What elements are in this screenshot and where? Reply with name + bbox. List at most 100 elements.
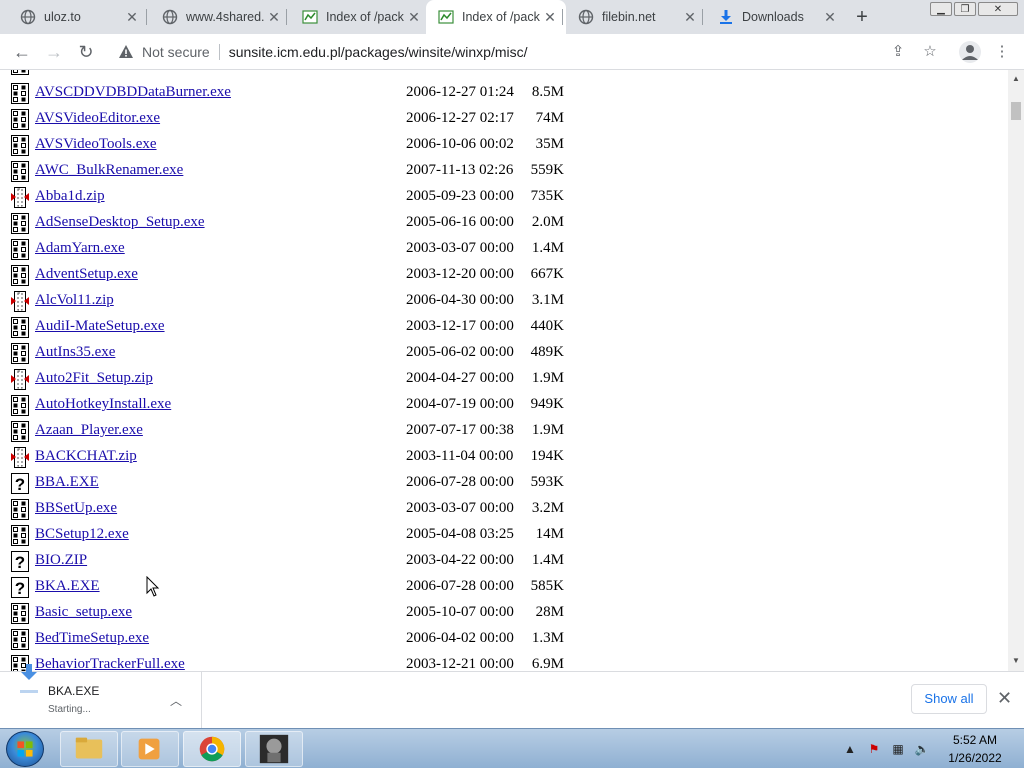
file-link[interactable]: BKA.EXE — [35, 578, 100, 595]
restore-button[interactable]: ❐ — [954, 2, 976, 16]
taskbar: ▲ ⚑ ▦ 🔈 5:52 AM 1/26/2022 — [0, 728, 1024, 768]
tab-close-icon[interactable]: ✕ — [682, 9, 698, 25]
tray-volume-icon[interactable]: 🔈 — [914, 741, 930, 757]
binary-file-icon — [11, 135, 29, 156]
file-size: 593K — [530, 474, 564, 490]
binary-file-icon — [11, 317, 29, 338]
file-size: 3.2M — [531, 500, 564, 516]
reload-button[interactable]: ↻ — [75, 41, 97, 63]
browser-tab[interactable]: uloz.to ✕ — [8, 0, 148, 34]
menu-kebab-icon[interactable]: ⋮ — [992, 42, 1012, 62]
file-link[interactable]: BedTimeSetup.exe — [35, 630, 149, 647]
file-date: 2006-12-27 02:17 — [406, 110, 514, 126]
show-all-button[interactable]: Show all — [911, 684, 987, 714]
taskbar-app-button[interactable] — [245, 731, 303, 767]
taskbar-chrome-button[interactable] — [183, 731, 241, 767]
download-item[interactable]: BKA.EXE Starting... ︿ — [0, 664, 202, 729]
browser-tab[interactable]: filebin.net ✕ — [566, 0, 706, 34]
file-link[interactable]: Azaan_Player.exe — [35, 422, 143, 439]
table-row: Azaan_Player.exe 2007-07-17 00:38 1.9M — [0, 418, 1008, 444]
file-size: 440K — [530, 318, 564, 334]
file-link[interactable]: AlcVol11.zip — [35, 292, 114, 309]
share-icon[interactable]: ⇪ — [888, 42, 908, 62]
bookmark-star-icon[interactable]: ☆ — [920, 42, 940, 62]
browser-tab[interactable]: Downloads ✕ — [706, 0, 846, 34]
file-date: 2007-07-17 00:38 — [406, 422, 514, 438]
tab-close-icon[interactable]: ✕ — [124, 9, 140, 25]
address-bar[interactable]: Not secure sunsite.icm.edu.pl/packages/w… — [108, 38, 942, 66]
clock-date[interactable]: 1/26/2022 — [935, 751, 1015, 765]
file-link[interactable]: AudiI-MateSetup.exe — [35, 318, 165, 335]
file-size: 1.9M — [531, 370, 564, 386]
file-link[interactable]: BIO.ZIP — [35, 552, 87, 569]
file-link[interactable]: AutIns35.exe — [35, 344, 115, 361]
scroll-down-arrow[interactable]: ▼ — [1012, 656, 1020, 665]
file-link[interactable]: Basic_setup.exe — [35, 604, 132, 621]
file-link[interactable]: BBA.EXE — [35, 474, 99, 491]
tray-network-icon[interactable]: ▦ — [890, 741, 906, 757]
table-row: BCSetup12.exe 2005-04-08 03:25 14M — [0, 522, 1008, 548]
taskbar-explorer-button[interactable] — [60, 731, 118, 767]
file-link[interactable]: AVSVideoEditor.exe — [35, 110, 160, 127]
file-link[interactable]: AdamYarn.exe — [35, 240, 125, 257]
file-size: 489K — [530, 344, 564, 360]
compressed-file-icon — [11, 447, 29, 468]
binary-file-icon — [11, 70, 29, 75]
clock-time[interactable]: 5:52 AM — [935, 733, 1015, 747]
binary-file-icon — [11, 239, 29, 260]
tab-title: Index of /pack — [462, 10, 540, 24]
scrollbar-thumb[interactable] — [1011, 102, 1021, 120]
new-tab-button[interactable]: + — [852, 7, 872, 27]
folder-icon — [75, 737, 103, 759]
file-date: 2003-03-07 00:00 — [406, 500, 514, 516]
start-button[interactable] — [6, 731, 44, 767]
browser-tab[interactable]: www.4shared. ✕ — [150, 0, 290, 34]
file-link[interactable]: AVSVideoTools.exe — [35, 136, 157, 153]
tab-title: Downloads — [742, 10, 804, 24]
table-row: Auto2Fit_Setup.zip 2004-04-27 00:00 1.9M — [0, 366, 1008, 392]
tab-close-icon[interactable]: ✕ — [266, 9, 282, 25]
close-window-button[interactable]: ✕ — [978, 2, 1018, 16]
file-link[interactable]: BCSetup12.exe — [35, 526, 129, 543]
tab-title: www.4shared. — [186, 10, 265, 24]
browser-tab[interactable]: Index of /pack ✕ — [290, 0, 430, 34]
file-size: 1.4M — [531, 240, 564, 256]
close-download-bar-icon[interactable]: ✕ — [997, 688, 1012, 709]
file-link[interactable]: AVSCDDVDBDDataBurner.exe — [35, 84, 231, 101]
tab-separator — [286, 9, 287, 25]
file-size: 35M — [535, 136, 564, 152]
compressed-file-icon — [11, 291, 29, 312]
file-date: 2005-06-02 00:00 — [406, 344, 514, 360]
file-link[interactable]: AWC_BulkRenamer.exe — [35, 162, 183, 179]
tab-close-icon[interactable]: ✕ — [406, 9, 422, 25]
file-date: 2005-09-23 00:00 — [406, 188, 514, 204]
taskbar-media-player-button[interactable] — [121, 731, 179, 767]
file-link[interactable]: BACKCHAT.zip — [35, 448, 137, 465]
file-link[interactable]: Abba1d.zip — [35, 188, 105, 205]
tab-title: uloz.to — [44, 10, 81, 24]
file-date: 2003-04-22 00:00 — [406, 552, 514, 568]
file-link[interactable]: AdventSetup.exe — [35, 266, 138, 283]
tray-expand-icon[interactable]: ▲ — [842, 741, 858, 757]
profile-avatar[interactable] — [959, 41, 981, 63]
tab-close-icon[interactable]: ✕ — [542, 9, 558, 25]
back-button[interactable]: ← — [11, 41, 33, 63]
vertical-scrollbar[interactable]: ▲ ▼ — [1008, 70, 1024, 671]
chevron-up-icon[interactable]: ︿ — [170, 692, 182, 709]
minimize-button[interactable]: ▁ — [930, 2, 952, 16]
download-file-name: BKA.EXE — [48, 684, 100, 698]
tray-flag-icon[interactable]: ⚑ — [866, 741, 882, 757]
forward-button[interactable]: → — [43, 41, 65, 63]
scroll-up-arrow[interactable]: ▲ — [1012, 74, 1020, 83]
file-link[interactable]: Auto2Fit_Setup.zip — [35, 370, 153, 387]
browser-tab[interactable]: Index of /pack ✕ — [426, 0, 566, 34]
file-size: 6.9M — [531, 656, 564, 671]
tab-close-icon[interactable]: ✕ — [822, 9, 838, 25]
file-link[interactable]: AVSDVDBDDataBurner — [35, 70, 186, 72]
url-text[interactable]: sunsite.icm.edu.pl/packages/winsite/winx… — [229, 44, 528, 60]
file-link[interactable]: AdSenseDesktop_Setup.exe — [35, 214, 205, 231]
file-link[interactable]: BBSetUp.exe — [35, 500, 117, 517]
file-link[interactable]: AutoHotkeyInstall.exe — [35, 396, 171, 413]
file-size: 1.3M — [531, 630, 564, 646]
file-link[interactable]: BehaviorTrackerFull.exe — [35, 656, 185, 671]
